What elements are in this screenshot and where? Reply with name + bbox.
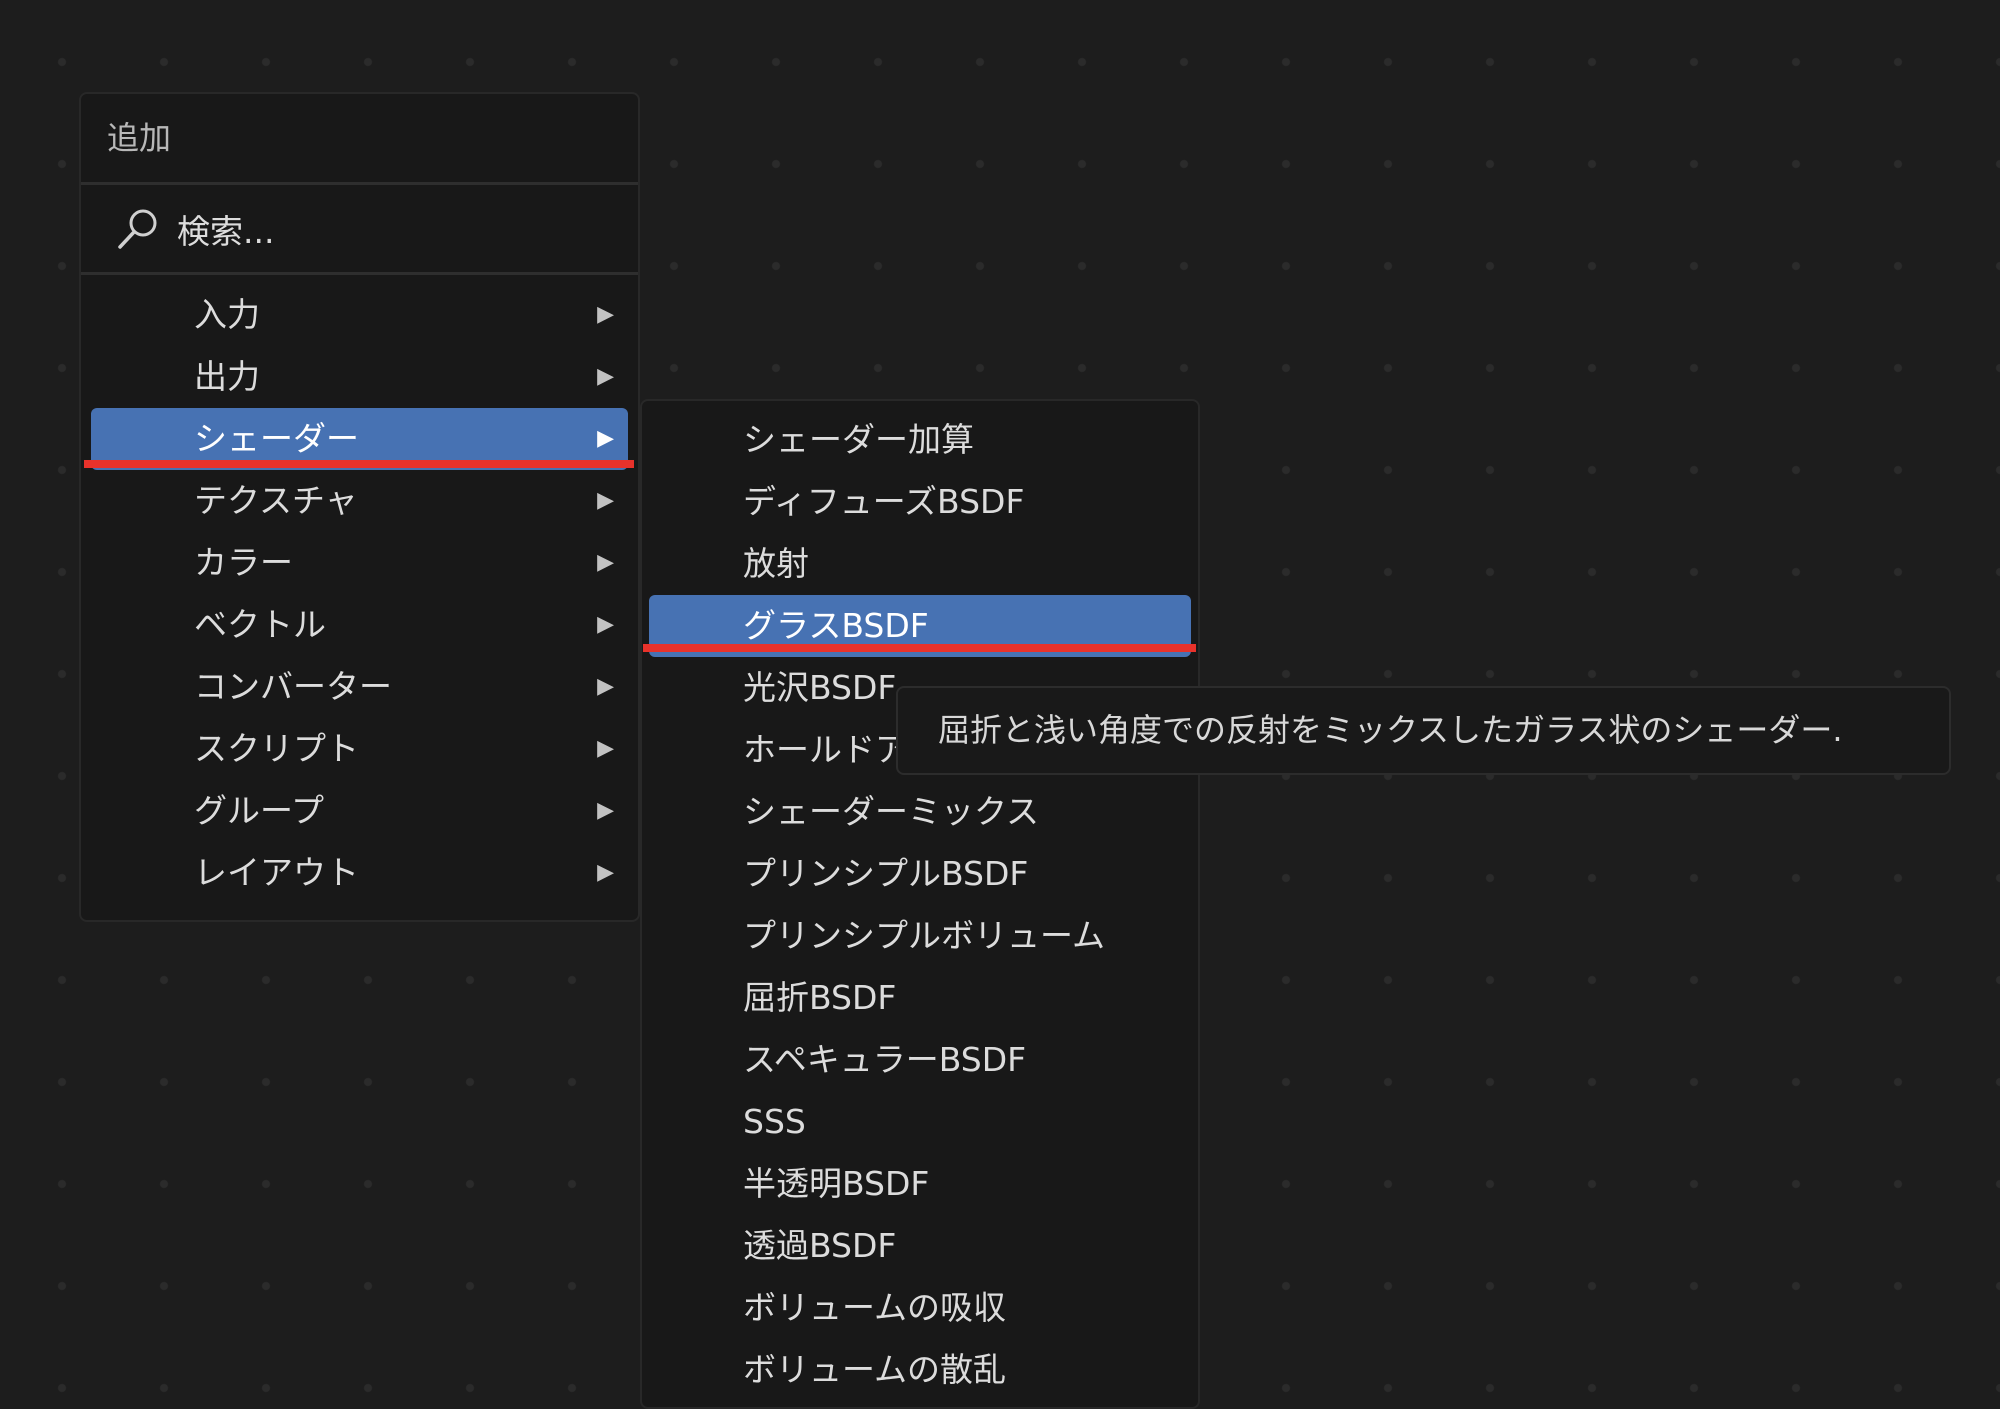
search-field[interactable]: 検索... <box>81 185 638 275</box>
submenu-arrow-icon: ▶ <box>597 550 614 575</box>
menu-item-label: 放射 <box>743 544 809 583</box>
add-menu: 追加 検索... 入力 ▶ 出力 ▶ シェーダー ▶ テクスチャ ▶ カラー ▶ ベクトル ▶ コンバー… <box>79 92 640 922</box>
menu-title: 追加 <box>81 94 638 185</box>
menu-item[interactable]: ベクトル ▶ <box>91 594 628 656</box>
shader-menu-item[interactable]: 屈折BSDF <box>649 967 1191 1029</box>
shader-menu-item[interactable]: SSS <box>649 1091 1191 1153</box>
shader-menu-item[interactable]: ボリュームの吸収 <box>649 1277 1191 1339</box>
menu-item-label: カラー <box>194 543 293 582</box>
shader-menu-item[interactable]: プリンシプルBSDF <box>649 843 1191 905</box>
menu-item-label: プリンシプルボリューム <box>743 916 1106 955</box>
add-menu-items: 入力 ▶ 出力 ▶ シェーダー ▶ テクスチャ ▶ カラー ▶ ベクトル ▶ コンバーター ▶ スクリプト ▶… <box>81 275 638 904</box>
menu-item-label: スペキュラーBSDF <box>743 1040 1027 1079</box>
menu-item-label: 半透明BSDF <box>743 1164 930 1203</box>
shader-menu-item[interactable]: ディフューズBSDF <box>649 471 1191 533</box>
shader-menu-item[interactable]: 放射 <box>649 533 1191 595</box>
submenu-arrow-icon: ▶ <box>597 860 614 885</box>
menu-item-label: コンバーター <box>194 667 392 706</box>
annotation-underline-glass-bsdf <box>643 644 1196 652</box>
shader-menu-item[interactable]: 透過BSDF <box>649 1215 1191 1277</box>
menu-item-label: 屈折BSDF <box>743 978 897 1017</box>
submenu-arrow-icon: ▶ <box>597 302 614 327</box>
menu-item-label: シェーダー <box>194 419 359 458</box>
menu-item-label: シェーダーミックス <box>743 792 1040 831</box>
menu-item[interactable]: カラー ▶ <box>91 532 628 594</box>
menu-item-label: ボリュームの吸収 <box>743 1288 1007 1327</box>
search-icon <box>118 209 157 249</box>
search-placeholder: 検索... <box>177 211 275 251</box>
submenu-arrow-icon: ▶ <box>597 612 614 637</box>
submenu-arrow-icon: ▶ <box>597 488 614 513</box>
annotation-underline-shader <box>84 460 634 468</box>
menu-item-label: 入力 <box>194 295 260 334</box>
menu-item[interactable]: テクスチャ ▶ <box>91 470 628 532</box>
menu-item[interactable]: スクリプト ▶ <box>91 718 628 780</box>
tooltip: 屈折と浅い角度での反射をミックスしたガラス状のシェーダー. <box>896 686 1951 775</box>
menu-item[interactable]: レイアウト ▶ <box>91 842 628 904</box>
menu-item-label: グループ <box>194 791 325 830</box>
menu-item[interactable]: 入力 ▶ <box>91 284 628 346</box>
menu-item-label: レイアウト <box>194 853 359 892</box>
shader-submenu: シェーダー加算 ディフューズBSDF 放射 グラスBSDF 光沢BSDF ホールドアウトシ… <box>640 399 1200 1409</box>
shader-menu-item[interactable]: スペキュラーBSDF <box>649 1029 1191 1091</box>
menu-item-label: ボリュームの散乱 <box>743 1350 1007 1389</box>
menu-item-label: スクリプト <box>194 729 359 768</box>
submenu-arrow-icon: ▶ <box>597 736 614 761</box>
shader-menu-item[interactable]: シェーダーミックス <box>649 781 1191 843</box>
menu-item-label: 出力 <box>194 357 260 396</box>
menu-item-label: 透過BSDF <box>743 1226 897 1265</box>
menu-item[interactable]: グループ ▶ <box>91 780 628 842</box>
menu-item-label: テクスチャ <box>194 481 358 520</box>
shader-submenu-items: シェーダー加算 ディフューズBSDF 放射 グラスBSDF 光沢BSDF ホールドアウトシ… <box>642 401 1198 1401</box>
menu-item-label: プリンシプルBSDF <box>743 854 1029 893</box>
shader-menu-item[interactable]: プリンシプルボリューム <box>649 905 1191 967</box>
menu-item-label: グラスBSDF <box>743 606 929 645</box>
menu-item[interactable]: コンバーター ▶ <box>91 656 628 718</box>
submenu-arrow-icon: ▶ <box>597 674 614 699</box>
menu-item[interactable]: 出力 ▶ <box>91 346 628 408</box>
submenu-arrow-icon: ▶ <box>597 798 614 823</box>
shader-menu-item[interactable]: 半透明BSDF <box>649 1153 1191 1215</box>
submenu-arrow-icon: ▶ <box>597 364 614 389</box>
shader-menu-item[interactable]: ボリュームの散乱 <box>649 1339 1191 1401</box>
menu-item-label: シェーダー加算 <box>743 420 974 459</box>
menu-item-label: SSS <box>743 1102 806 1141</box>
menu-item-label: ベクトル <box>194 605 326 644</box>
menu-item-label: 光沢BSDF <box>743 668 897 707</box>
menu-item-label: ディフューズBSDF <box>743 482 1025 521</box>
shader-menu-item[interactable]: シェーダー加算 <box>649 409 1191 471</box>
